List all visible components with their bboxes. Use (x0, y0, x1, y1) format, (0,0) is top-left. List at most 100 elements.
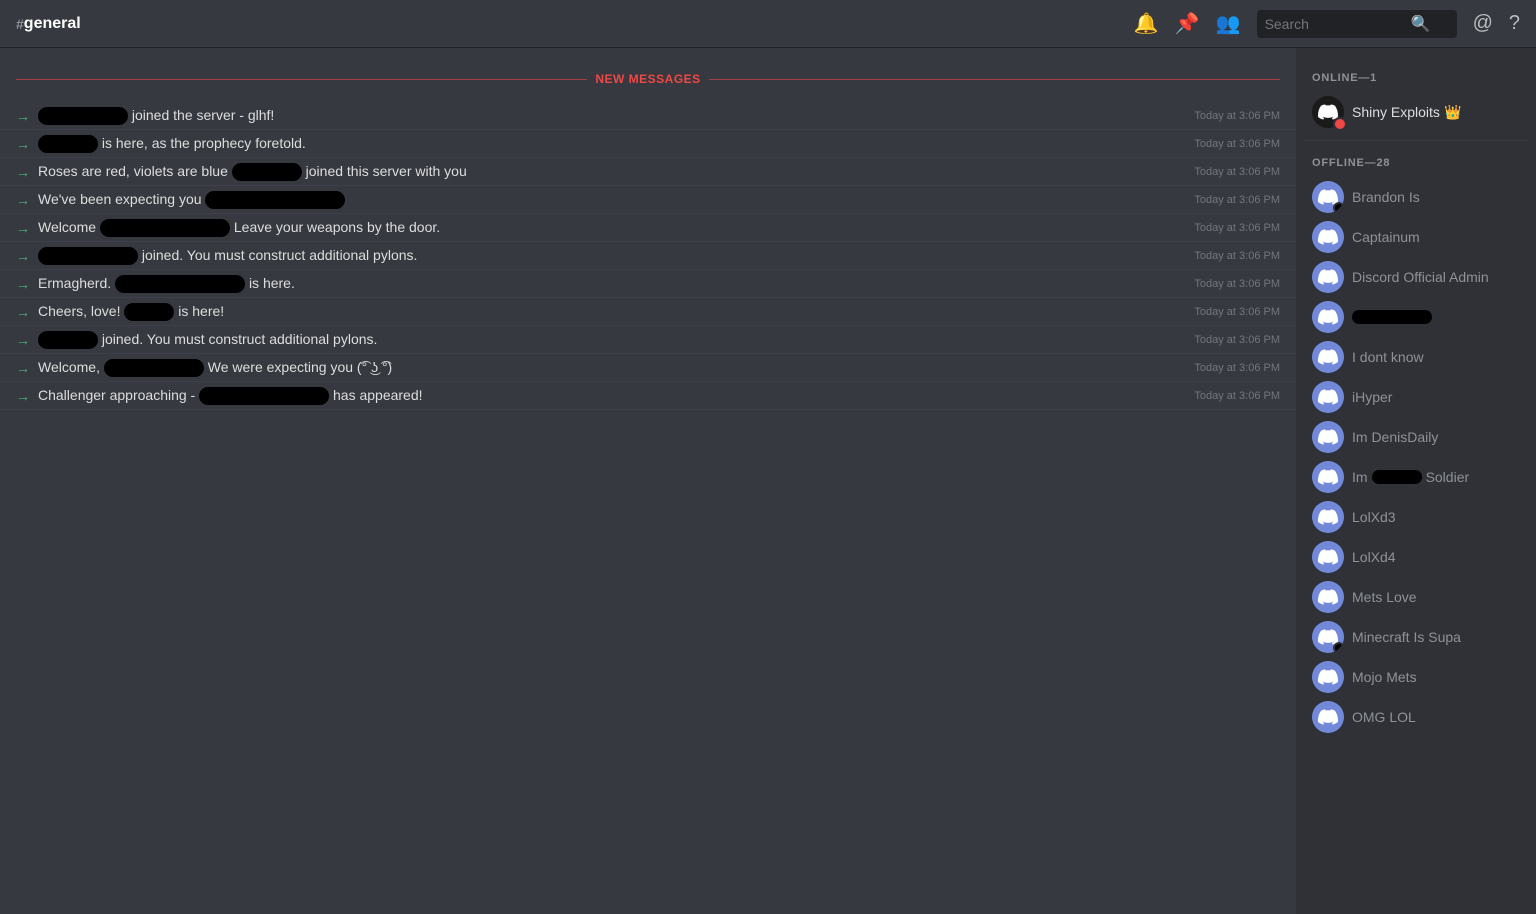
arrow-icon: → (16, 388, 30, 404)
members-icon[interactable]: 👥 (1216, 11, 1241, 36)
arrow-icon: → (16, 136, 30, 152)
discord-logo-icon (1318, 667, 1338, 687)
redacted-username (205, 191, 345, 209)
list-item[interactable]: I dont know (1304, 337, 1528, 377)
timestamp: Today at 3:06 PM (1194, 222, 1280, 234)
discord-logo-icon (1318, 707, 1338, 727)
avatar (1312, 96, 1344, 128)
offline-section-header: OFFLINE—28 (1304, 149, 1528, 173)
list-item[interactable]: Mojo Mets (1304, 657, 1528, 697)
redacted-username (124, 303, 174, 321)
timestamp: Today at 3:06 PM (1194, 278, 1280, 290)
list-item[interactable]: LolXd4 (1304, 537, 1528, 577)
chat-area: NEW MESSAGES → joined the server - glhf!… (0, 48, 1296, 914)
avatar (1312, 301, 1344, 333)
member-name (1352, 310, 1520, 324)
member-name: Discord Official Admin (1352, 269, 1520, 285)
status-dot (1333, 642, 1344, 653)
discord-logo-icon (1318, 387, 1338, 407)
crown-icon: 👑 (1444, 104, 1461, 121)
member-name: LolXd3 (1352, 509, 1520, 525)
arrow-icon: → (16, 248, 30, 264)
pin-icon[interactable]: 📌 (1175, 11, 1200, 36)
table-row: → Challenger approaching - has appeared!… (0, 382, 1296, 410)
list-item[interactable]: Brandon Is (1304, 177, 1528, 217)
table-row: → We've been expecting you Today at 3:06… (0, 186, 1296, 214)
message-text: Roses are red, violets are blue joined t… (38, 161, 1188, 182)
timestamp: Today at 3:06 PM (1194, 250, 1280, 262)
avatar (1312, 341, 1344, 373)
list-item[interactable]: Discord Official Admin (1304, 257, 1528, 297)
discord-logo-icon (1318, 307, 1338, 327)
message-text: Welcome Leave your weapons by the door. (38, 217, 1188, 238)
table-row: → Cheers, love! is here! Today at 3:06 P… (0, 298, 1296, 326)
list-item[interactable]: LolXd3 (1304, 497, 1528, 537)
timestamp: Today at 3:06 PM (1194, 390, 1280, 402)
search-input[interactable] (1265, 16, 1405, 32)
list-item[interactable]: Mets Love (1304, 577, 1528, 617)
list-item[interactable]: Im DenisDaily (1304, 417, 1528, 457)
main-content: NEW MESSAGES → joined the server - glhf!… (0, 48, 1536, 914)
new-messages-divider: NEW MESSAGES (16, 72, 1280, 86)
list-item[interactable]: iHyper (1304, 377, 1528, 417)
timestamp: Today at 3:06 PM (1194, 306, 1280, 318)
members-sidebar: ONLINE—1 Shiny Exploits 👑 OFFLINE—28 (1296, 48, 1536, 914)
list-item[interactable]: Captainum (1304, 217, 1528, 257)
avatar (1312, 461, 1344, 493)
redacted-username (199, 387, 329, 405)
redacted-username (38, 247, 138, 265)
help-icon[interactable]: ? (1509, 12, 1520, 35)
member-name: iHyper (1352, 389, 1520, 405)
timestamp: Today at 3:06 PM (1194, 166, 1280, 178)
list-item[interactable]: Minecraft Is Supa (1304, 617, 1528, 657)
discord-logo-icon (1318, 507, 1338, 527)
discord-logo-icon (1318, 227, 1338, 247)
redacted-username (100, 219, 230, 237)
message-text: Cheers, love! is here! (38, 301, 1188, 322)
arrow-icon: → (16, 276, 30, 292)
timestamp: Today at 3:06 PM (1194, 362, 1280, 374)
table-row: → joined. You must construct additional … (0, 326, 1296, 354)
channel-hash: # (16, 16, 24, 32)
redacted-username (38, 331, 98, 349)
timestamp: Today at 3:06 PM (1194, 334, 1280, 346)
avatar (1312, 181, 1344, 213)
arrow-icon: → (16, 220, 30, 236)
message-text: joined the server - glhf! (38, 105, 1188, 126)
redacted-username (115, 275, 245, 293)
list-item[interactable]: Im Soldier (1304, 457, 1528, 497)
avatar (1312, 221, 1344, 253)
member-name: I dont know (1352, 349, 1520, 365)
table-row: → Welcome Leave your weapons by the door… (0, 214, 1296, 242)
discord-logo-icon (1318, 427, 1338, 447)
member-name: Im DenisDaily (1352, 429, 1520, 445)
avatar (1312, 621, 1344, 653)
redacted-username (38, 135, 98, 153)
avatar (1312, 541, 1344, 573)
search-bar[interactable]: 🔍 (1257, 10, 1457, 38)
message-text: Ermagherd. is here. (38, 273, 1188, 294)
avatar (1312, 261, 1344, 293)
list-item[interactable] (1304, 297, 1528, 337)
timestamp: Today at 3:06 PM (1194, 138, 1280, 150)
member-name: Brandon Is (1352, 189, 1520, 205)
avatar (1312, 581, 1344, 613)
table-row: → is here, as the prophecy foretold. Tod… (0, 130, 1296, 158)
member-name: Im Soldier (1352, 469, 1520, 485)
table-row: → Ermagherd. is here. Today at 3:06 PM (0, 270, 1296, 298)
avatar (1312, 701, 1344, 733)
member-name: LolXd4 (1352, 549, 1520, 565)
list-item[interactable]: Shiny Exploits 👑 (1304, 92, 1528, 132)
timestamp: Today at 3:06 PM (1194, 194, 1280, 206)
redacted-username (232, 163, 302, 181)
member-name: OMG LOL (1352, 709, 1520, 725)
redacted-member-name (1372, 470, 1422, 484)
discord-logo-icon (1318, 267, 1338, 287)
list-item[interactable]: OMG LOL (1304, 697, 1528, 737)
table-row: → Roses are red, violets are blue joined… (0, 158, 1296, 186)
messages-container[interactable]: NEW MESSAGES → joined the server - glhf!… (0, 48, 1296, 914)
bell-icon[interactable]: 🔔 (1134, 11, 1159, 36)
member-name: Captainum (1352, 229, 1520, 245)
at-icon[interactable]: @ (1473, 12, 1493, 35)
online-section-header: ONLINE—1 (1304, 64, 1528, 88)
